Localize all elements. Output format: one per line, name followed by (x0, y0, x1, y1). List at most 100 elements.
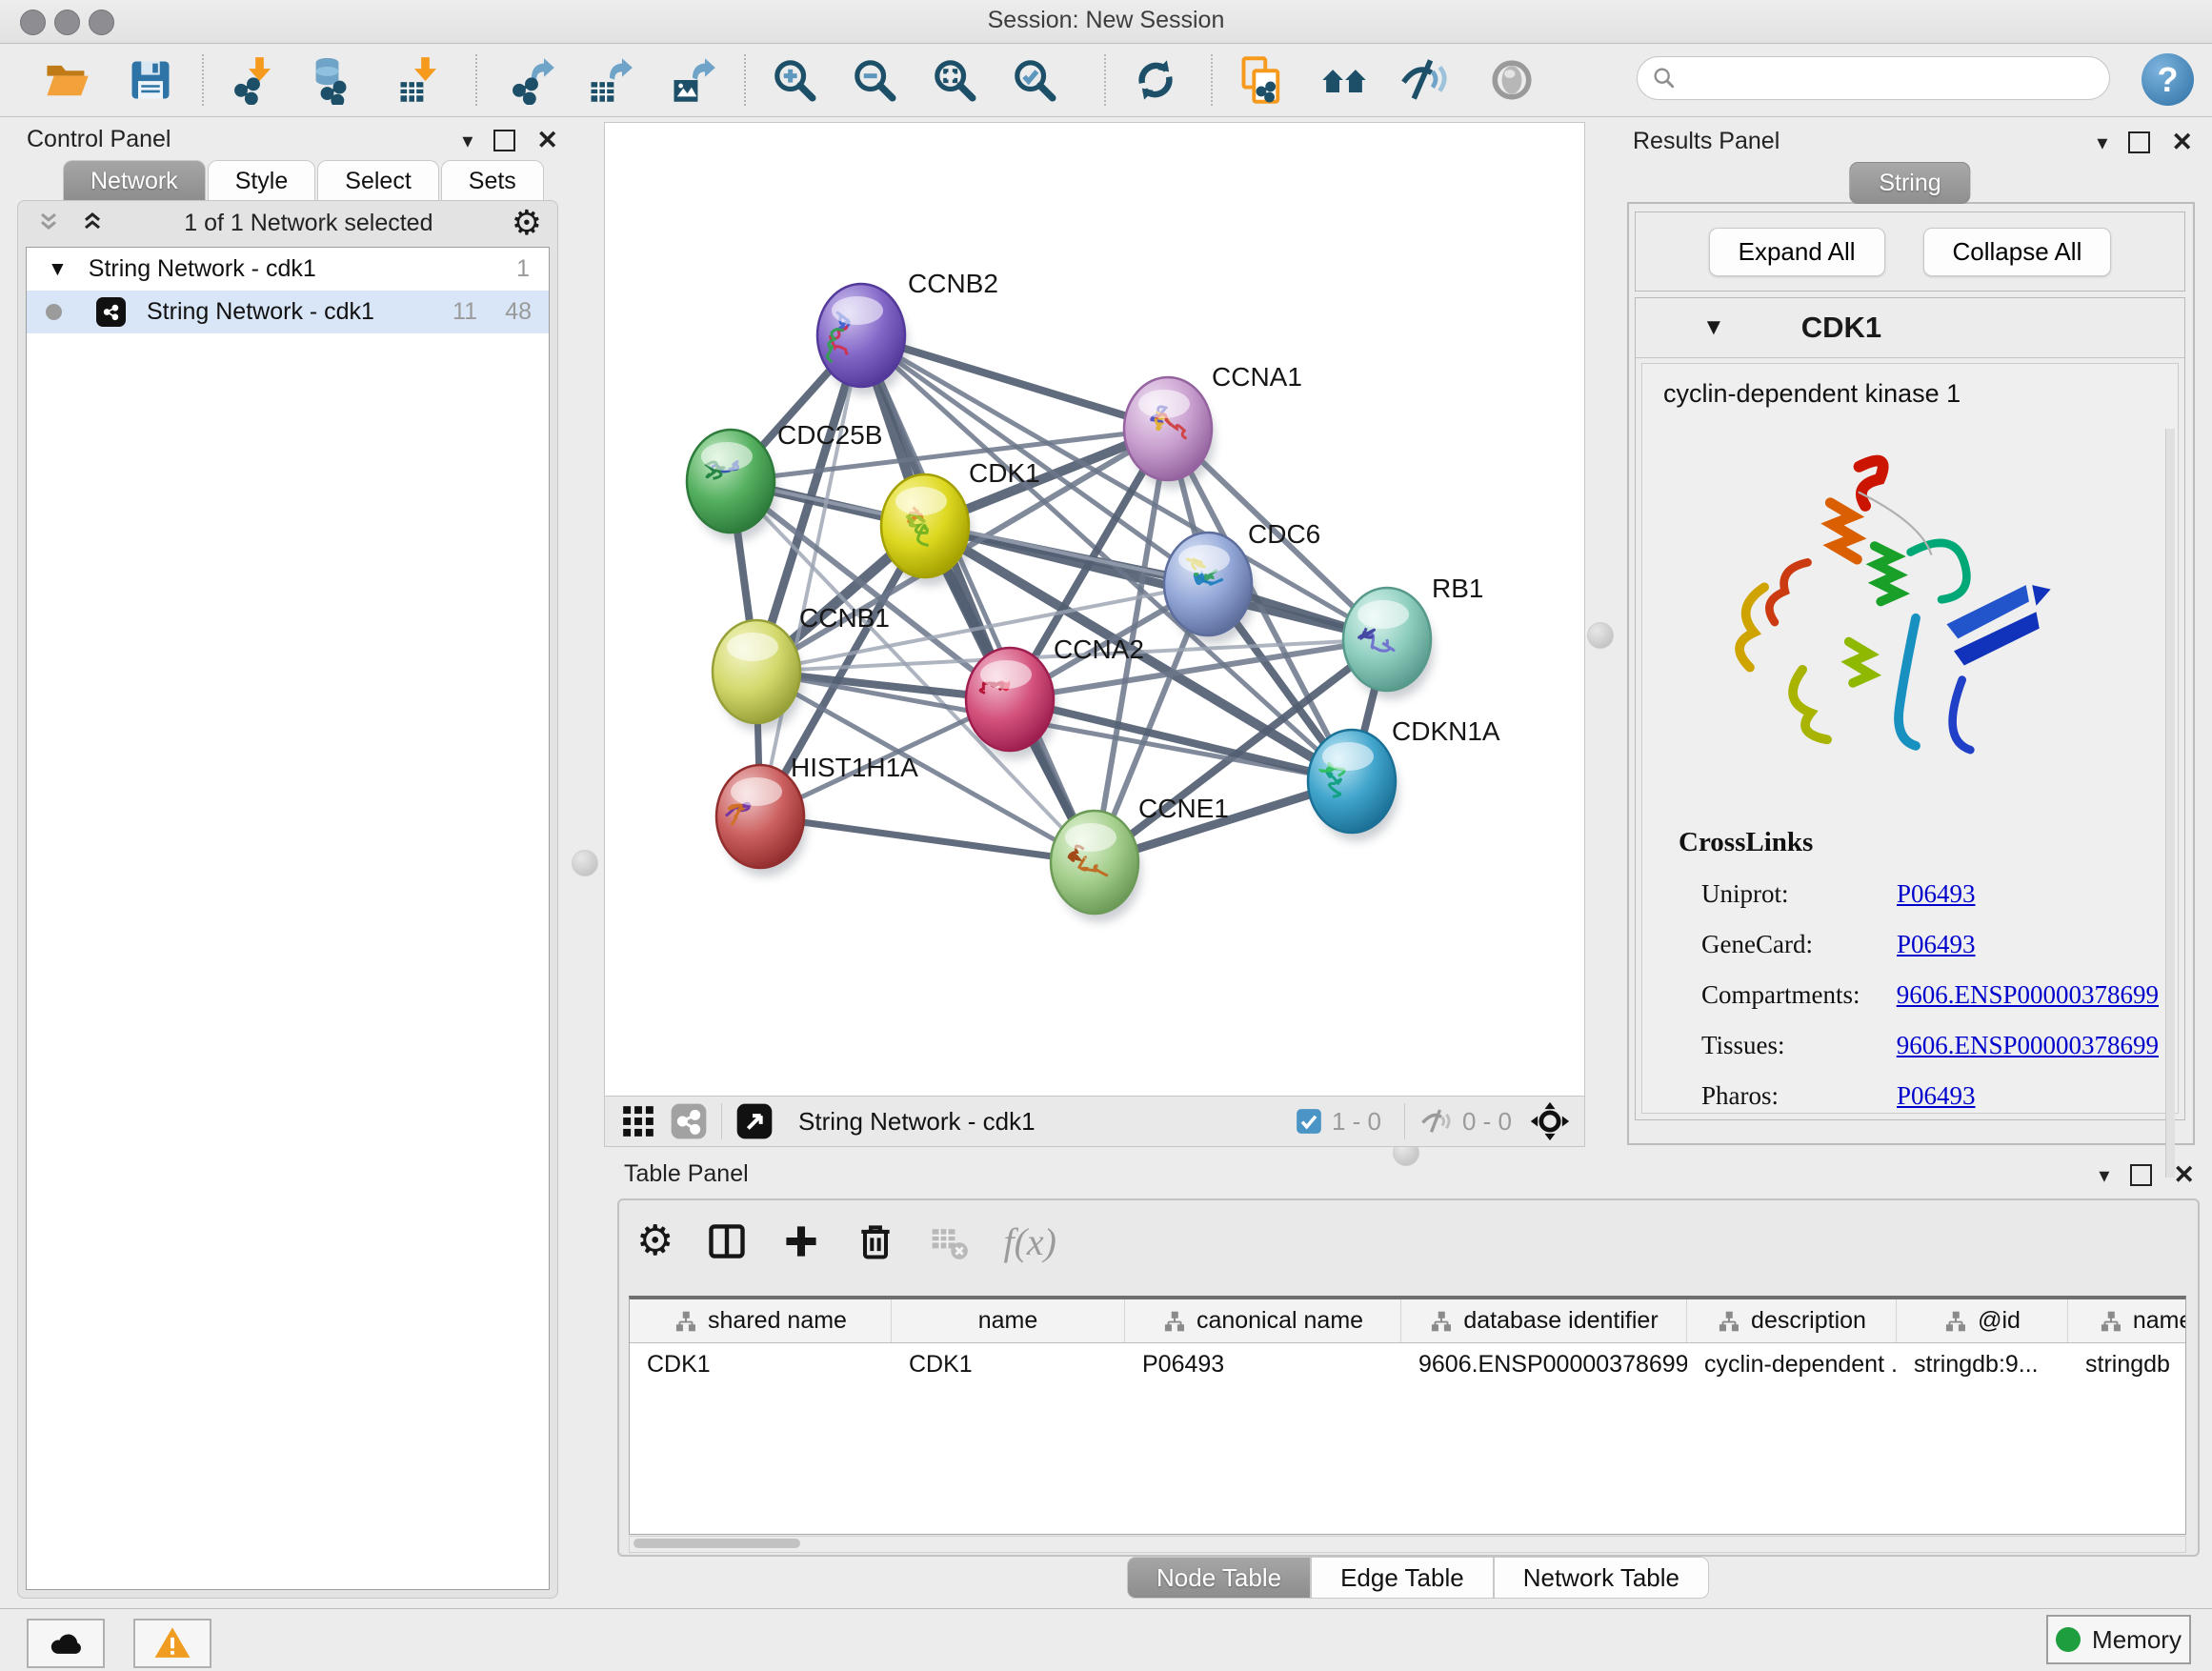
panel-menu-icon[interactable]: ▾ (2097, 131, 2107, 155)
columns-icon[interactable] (706, 1220, 748, 1262)
network-view: CCNB2CCNA1CDC25BCDK1CDC6RB1CCNB1CCNA2CDK… (604, 122, 1585, 1147)
column-label: database identifier (1463, 1307, 1658, 1335)
selected-checkbox-icon[interactable] (1296, 1108, 1322, 1135)
table-horizontal-scrollbar[interactable] (629, 1536, 2186, 1553)
float-panel-icon[interactable] (493, 130, 515, 151)
tab-sets[interactable]: Sets (441, 160, 544, 201)
crosslink-row: GeneCard:P06493 (1701, 919, 2159, 970)
zoom-in-icon[interactable] (766, 52, 823, 108)
table-cell[interactable]: CDK1 (630, 1343, 892, 1385)
network-canvas-svg: CCNB2CCNA1CDC25BCDK1CDC6RB1CCNB1CCNA2CDK… (605, 123, 1582, 1095)
tab-edge-table[interactable]: Edge Table (1311, 1557, 1494, 1599)
protein-structure-image (1699, 431, 2081, 812)
import-table-file-icon[interactable] (391, 52, 448, 108)
network-options-gear-icon[interactable]: ⚙ (512, 203, 542, 243)
delete-table-icon[interactable] (929, 1220, 971, 1262)
collection-expand-icon[interactable]: ▼ (48, 258, 68, 281)
expand-all-button[interactable]: Expand All (1709, 228, 1885, 276)
column-header[interactable]: namespace (2068, 1299, 2186, 1342)
tab-network-table[interactable]: Network Table (1494, 1557, 1709, 1599)
zoom-out-icon[interactable] (846, 52, 903, 108)
close-panel-icon[interactable]: ✕ (2173, 1162, 2195, 1188)
tab-node-table[interactable]: Node Table (1127, 1557, 1311, 1599)
import-network-file-icon[interactable] (225, 52, 282, 108)
table-cell[interactable]: stringdb:9... (1897, 1343, 2068, 1385)
column-header[interactable]: shared name (630, 1299, 892, 1342)
column-header[interactable]: description (1687, 1299, 1897, 1342)
network-row[interactable]: String Network - cdk1 11 48 (27, 291, 549, 333)
network-node[interactable]: CDC6 (1164, 519, 1320, 644)
crosslink-link[interactable]: P06493 (1897, 879, 1976, 909)
refresh-view-icon[interactable] (1127, 52, 1184, 108)
copy-network-icon[interactable] (1234, 52, 1291, 108)
crosslink-link[interactable]: 9606.ENSP00000378699 (1897, 980, 2159, 1010)
network-canvas[interactable]: CCNB2CCNA1CDC25BCDK1CDC6RB1CCNB1CCNA2CDK… (605, 123, 1582, 1095)
node-section-header[interactable]: ▼ CDK1 (1636, 298, 2184, 358)
birds-eye-view-icon[interactable] (735, 1102, 774, 1140)
table-cell[interactable]: P06493 (1125, 1343, 1401, 1385)
table-row[interactable]: CDK1CDK1P064939606.ENSP00000378699cyclin… (630, 1343, 2185, 1385)
open-file-icon[interactable] (38, 52, 95, 108)
first-neighbors-icon[interactable] (1316, 52, 1373, 108)
results-scrollbar[interactable] (2165, 429, 2175, 1178)
tab-select[interactable]: Select (317, 160, 438, 201)
memory-label: Memory (2092, 1625, 2182, 1655)
network-collection-row[interactable]: ▼ String Network - cdk1 1 (27, 248, 549, 291)
section-collapse-icon[interactable]: ▼ (1702, 314, 1725, 341)
expand-all-networks-icon[interactable] (35, 208, 62, 239)
save-session-icon[interactable] (122, 52, 179, 108)
scrollbar-thumb[interactable] (633, 1539, 800, 1548)
float-panel-icon[interactable] (2128, 131, 2150, 153)
network-node[interactable]: HIST1H1A (716, 753, 918, 876)
network-edge-count: 48 (505, 298, 532, 326)
pan-crosshair-icon[interactable] (1529, 1100, 1571, 1142)
table-cell[interactable]: stringdb (2068, 1343, 2186, 1385)
collapse-all-button[interactable]: Collapse All (1923, 228, 2112, 276)
close-panel-icon[interactable]: ✕ (2171, 130, 2193, 155)
column-header[interactable]: canonical name (1125, 1299, 1401, 1342)
left-splitter-handle[interactable] (572, 850, 598, 876)
crosslink-link[interactable]: 9606.ENSP00000378699 (1897, 1031, 2159, 1060)
export-table-icon[interactable] (581, 52, 638, 108)
import-network-database-icon[interactable] (305, 52, 362, 108)
zoom-selected-icon[interactable] (1006, 52, 1063, 108)
search-icon (1651, 65, 1678, 91)
function-builder-icon[interactable]: f(x) (1003, 1219, 1056, 1264)
float-panel-icon[interactable] (2130, 1164, 2152, 1186)
right-splitter-handle[interactable] (1587, 622, 1614, 649)
export-network-icon[interactable] (503, 52, 560, 108)
network-node[interactable]: CDKN1A (1308, 716, 1500, 841)
help-icon[interactable]: ? (2142, 53, 2194, 106)
close-panel-icon[interactable]: ✕ (536, 128, 558, 153)
grid-view-icon[interactable] (620, 1103, 656, 1139)
show-all-icon[interactable] (1483, 52, 1540, 108)
collapse-all-networks-icon[interactable] (79, 208, 106, 239)
crosslink-link[interactable]: P06493 (1897, 1081, 1976, 1111)
hide-selected-icon[interactable] (1395, 52, 1452, 108)
column-header[interactable]: @id (1897, 1299, 2068, 1342)
panel-menu-icon[interactable]: ▾ (462, 129, 473, 153)
column-header[interactable]: name (892, 1299, 1125, 1342)
search-input[interactable] (1678, 64, 2109, 92)
current-network-title: String Network - cdk1 (798, 1107, 1296, 1137)
warnings-button[interactable] (133, 1619, 211, 1668)
zoom-fit-icon[interactable] (926, 52, 983, 108)
crosslink-link[interactable]: P06493 (1897, 930, 1976, 959)
network-node[interactable]: CCNE1 (1051, 794, 1229, 922)
table-cell[interactable]: CDK1 (892, 1343, 1125, 1385)
panel-menu-icon[interactable]: ▾ (2099, 1163, 2109, 1188)
memory-button[interactable]: Memory (2046, 1615, 2191, 1664)
cloud-status-button[interactable] (27, 1619, 105, 1668)
tab-style[interactable]: Style (208, 160, 316, 201)
network-view-share-icon[interactable] (670, 1102, 708, 1140)
tab-string[interactable]: String (1849, 162, 1970, 204)
table-cell[interactable]: cyclin-dependent ... (1687, 1343, 1897, 1385)
table-cell[interactable]: 9606.ENSP00000378699 (1401, 1343, 1687, 1385)
tab-network[interactable]: Network (63, 160, 206, 201)
export-image-icon[interactable] (664, 52, 721, 108)
table-settings-gear-icon[interactable]: ⚙ (636, 1220, 674, 1262)
delete-column-icon[interactable] (855, 1220, 896, 1262)
column-header[interactable]: database identifier (1401, 1299, 1687, 1342)
create-column-icon[interactable] (780, 1220, 822, 1262)
network-node[interactable]: RB1 (1343, 574, 1483, 699)
